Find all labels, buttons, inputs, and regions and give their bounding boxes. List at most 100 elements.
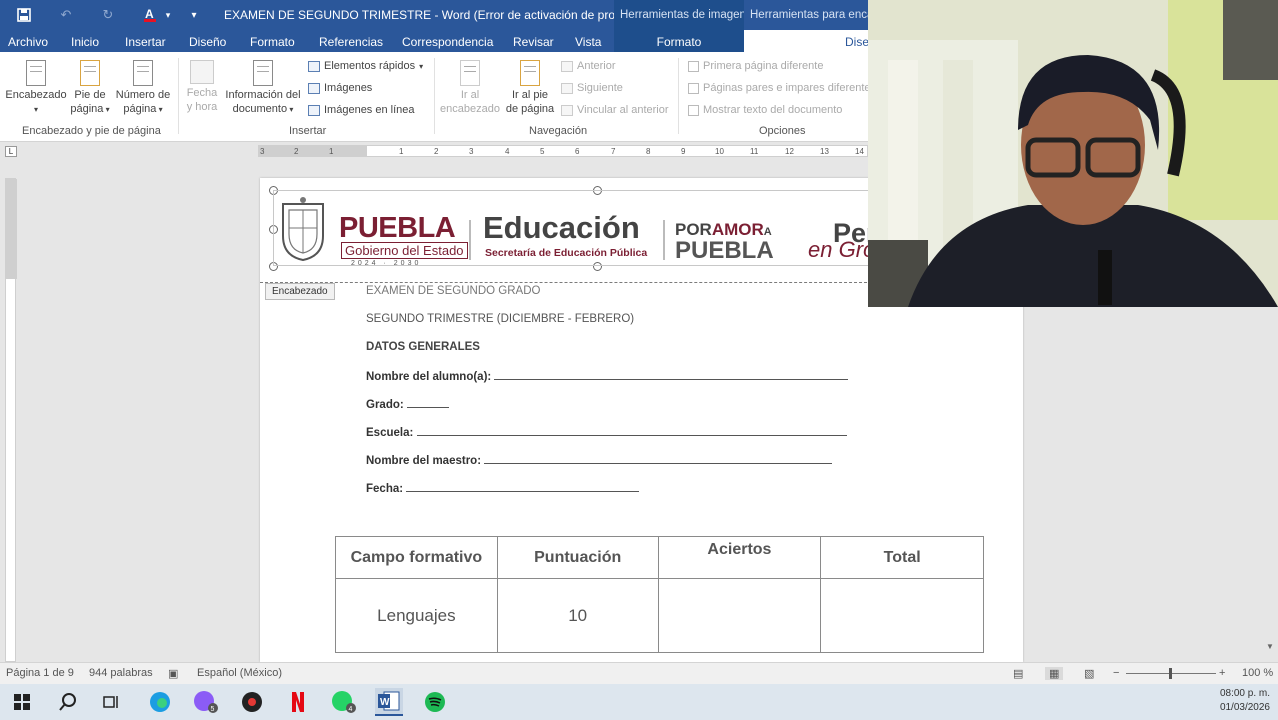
- zoom-level[interactable]: 100 %: [1242, 667, 1273, 679]
- customize-qat-icon[interactable]: ▾: [184, 6, 204, 24]
- vertical-ruler[interactable]: [5, 178, 17, 662]
- pares-impares-checkbox[interactable]: Páginas pares e impares diferentes: [688, 82, 876, 94]
- header-cell-total[interactable]: Total: [820, 536, 984, 579]
- tab-inicio[interactable]: Inicio: [71, 35, 99, 49]
- info-label-a: Información del: [225, 89, 301, 101]
- imagenes-linea-button[interactable]: Imágenes en línea: [308, 104, 415, 116]
- tab-archivo[interactable]: Archivo: [8, 35, 48, 49]
- imagenes-button[interactable]: Imágenes: [308, 82, 372, 94]
- fecha-label-b: y hora: [186, 101, 218, 113]
- header-image[interactable]: PUEBLA Gobierno del Estado 2024 · 2030 E…: [269, 186, 883, 271]
- tab-diseno-header[interactable]: Dise: [744, 30, 868, 52]
- netflix-icon[interactable]: [284, 688, 312, 716]
- mostrar-texto-checkbox[interactable]: Mostrar texto del documento: [688, 104, 842, 116]
- vertical-scrollbar[interactable]: ▼: [1264, 307, 1278, 662]
- grado-line[interactable]: Grado:: [366, 397, 449, 411]
- ir-pie-button[interactable]: Ir al pie de página: [504, 60, 556, 116]
- anterior-button[interactable]: Anterior: [561, 60, 616, 72]
- header-cell-puntuacion[interactable]: Puntuación: [496, 536, 659, 579]
- messenger-badge: 5: [211, 706, 215, 713]
- ir-pie-label-a: Ir al pie: [511, 89, 549, 101]
- webcam-overlay: [868, 0, 1278, 307]
- escuela-label: Escuela:: [366, 427, 414, 439]
- media-app-icon[interactable]: [238, 688, 266, 716]
- checkbox-icon: [688, 82, 699, 94]
- datos-generales-heading[interactable]: DATOS GENERALES: [366, 341, 480, 353]
- group-label-header-footer: Encabezado y pie de página: [22, 125, 161, 137]
- fecha-line[interactable]: Fecha:: [366, 481, 640, 495]
- search-icon[interactable]: [54, 688, 82, 716]
- clock-date: 01/03/2026: [1219, 702, 1270, 713]
- save-icon[interactable]: [14, 6, 34, 24]
- table-cell[interactable]: 10: [496, 578, 659, 653]
- numero-pagina-button[interactable]: Número de página ▾: [112, 60, 174, 117]
- primera-pagina-checkbox[interactable]: Primera página diferente: [688, 60, 823, 72]
- tab-diseno[interactable]: Diseño: [189, 35, 226, 49]
- score-table[interactable]: Campo formativo Puntuación Aciertos Tota…: [335, 536, 984, 653]
- svg-text:A: A: [145, 7, 154, 21]
- calendar-icon: [190, 60, 214, 84]
- pie-label-a: Pie de: [74, 89, 106, 101]
- maestro-line[interactable]: Nombre del maestro:: [366, 453, 833, 467]
- redo-icon[interactable]: ↻: [98, 6, 118, 24]
- header-cell-aciertos[interactable]: Aciertos: [657, 536, 822, 579]
- windows-start-icon[interactable]: [8, 688, 36, 716]
- scroll-down-arrow-icon[interactable]: ▼: [1266, 642, 1274, 651]
- tab-selector[interactable]: L: [5, 146, 17, 157]
- zoom-slider[interactable]: [1126, 668, 1216, 679]
- table-cell[interactable]: Lenguajes: [335, 578, 498, 653]
- font-color-icon[interactable]: A: [140, 6, 160, 24]
- ir-encabezado-button[interactable]: Ir al encabezado: [438, 60, 502, 116]
- maestro-field[interactable]: [484, 453, 833, 464]
- read-mode-icon[interactable]: ▤: [1013, 667, 1023, 680]
- siguiente-button[interactable]: Siguiente: [561, 82, 623, 94]
- zoom-in-icon[interactable]: +: [1219, 667, 1225, 679]
- info-documento-button[interactable]: Información del documento ▾: [222, 60, 304, 117]
- encabezado-button[interactable]: Encabezado ▾: [4, 60, 68, 117]
- trimestre-line[interactable]: SEGUNDO TRIMESTRE (DICIEMBRE - FEBRERO): [366, 313, 634, 325]
- vincular-anterior-button[interactable]: Vincular al anterior: [561, 104, 669, 116]
- tab-insertar[interactable]: Insertar: [125, 35, 166, 49]
- whatsapp-icon[interactable]: 4: [330, 688, 358, 716]
- tab-referencias[interactable]: Referencias: [319, 35, 383, 49]
- page-count[interactable]: Página 1 de 9: [6, 667, 74, 679]
- web-layout-icon[interactable]: ▧: [1084, 667, 1094, 680]
- escuela-field[interactable]: [416, 425, 847, 436]
- word-count[interactable]: 944 palabras: [89, 667, 153, 679]
- pares-label: Páginas pares e impares diferentes: [703, 82, 877, 94]
- taskbar: 5 4 W 08:00 p. m. 01/03/2026: [0, 684, 1278, 720]
- language[interactable]: Español (México): [197, 667, 282, 679]
- print-layout-icon[interactable]: ▦: [1045, 667, 1064, 680]
- edge-icon[interactable]: [146, 688, 174, 716]
- zoom-slider-thumb[interactable]: [1169, 668, 1172, 679]
- ruler-mark: 1: [399, 147, 404, 156]
- fecha-field[interactable]: [406, 481, 640, 492]
- tab-vista[interactable]: Vista: [575, 35, 601, 49]
- undo-icon[interactable]: ↶: [56, 6, 76, 24]
- table-cell[interactable]: [657, 578, 822, 653]
- table-cell[interactable]: [820, 578, 984, 653]
- escuela-line[interactable]: Escuela:: [366, 425, 847, 439]
- messenger-icon[interactable]: 5: [192, 688, 220, 716]
- grado-field[interactable]: [406, 397, 449, 408]
- font-color-dropdown-icon[interactable]: ▾: [158, 6, 178, 24]
- tab-revisar[interactable]: Revisar: [513, 35, 554, 49]
- exam-title[interactable]: EXAMEN DE SEGUNDO GRADO: [366, 285, 540, 297]
- tab-formato[interactable]: Formato: [250, 35, 295, 49]
- pie-pagina-button[interactable]: Pie de página ▾: [70, 60, 110, 117]
- alumno-field[interactable]: [494, 369, 849, 380]
- alumno-line[interactable]: Nombre del alumno(a):: [366, 369, 849, 383]
- word-taskbar-icon[interactable]: W: [375, 688, 403, 716]
- zoom-out-icon[interactable]: −: [1113, 667, 1119, 679]
- spotify-icon[interactable]: [421, 688, 449, 716]
- table-row: Lenguajes 10: [335, 578, 984, 653]
- tab-formato-image[interactable]: Formato: [614, 30, 744, 52]
- proofing-icon[interactable]: ▣: [168, 667, 178, 680]
- tab-correspondencia[interactable]: Correspondencia: [402, 35, 493, 49]
- elementos-rapidos-button[interactable]: Elementos rápidos ▾: [308, 60, 423, 72]
- header-cell-campo[interactable]: Campo formativo: [335, 536, 498, 579]
- task-view-icon[interactable]: [98, 688, 126, 716]
- horizontal-ruler[interactable]: 3 2 1 1 2 3 4 5 6 7 8 9 10 11 12 13 14: [258, 145, 868, 157]
- system-clock[interactable]: 08:00 p. m. 01/03/2026: [1220, 687, 1270, 715]
- fecha-hora-button[interactable]: Fecha y hora: [182, 60, 222, 114]
